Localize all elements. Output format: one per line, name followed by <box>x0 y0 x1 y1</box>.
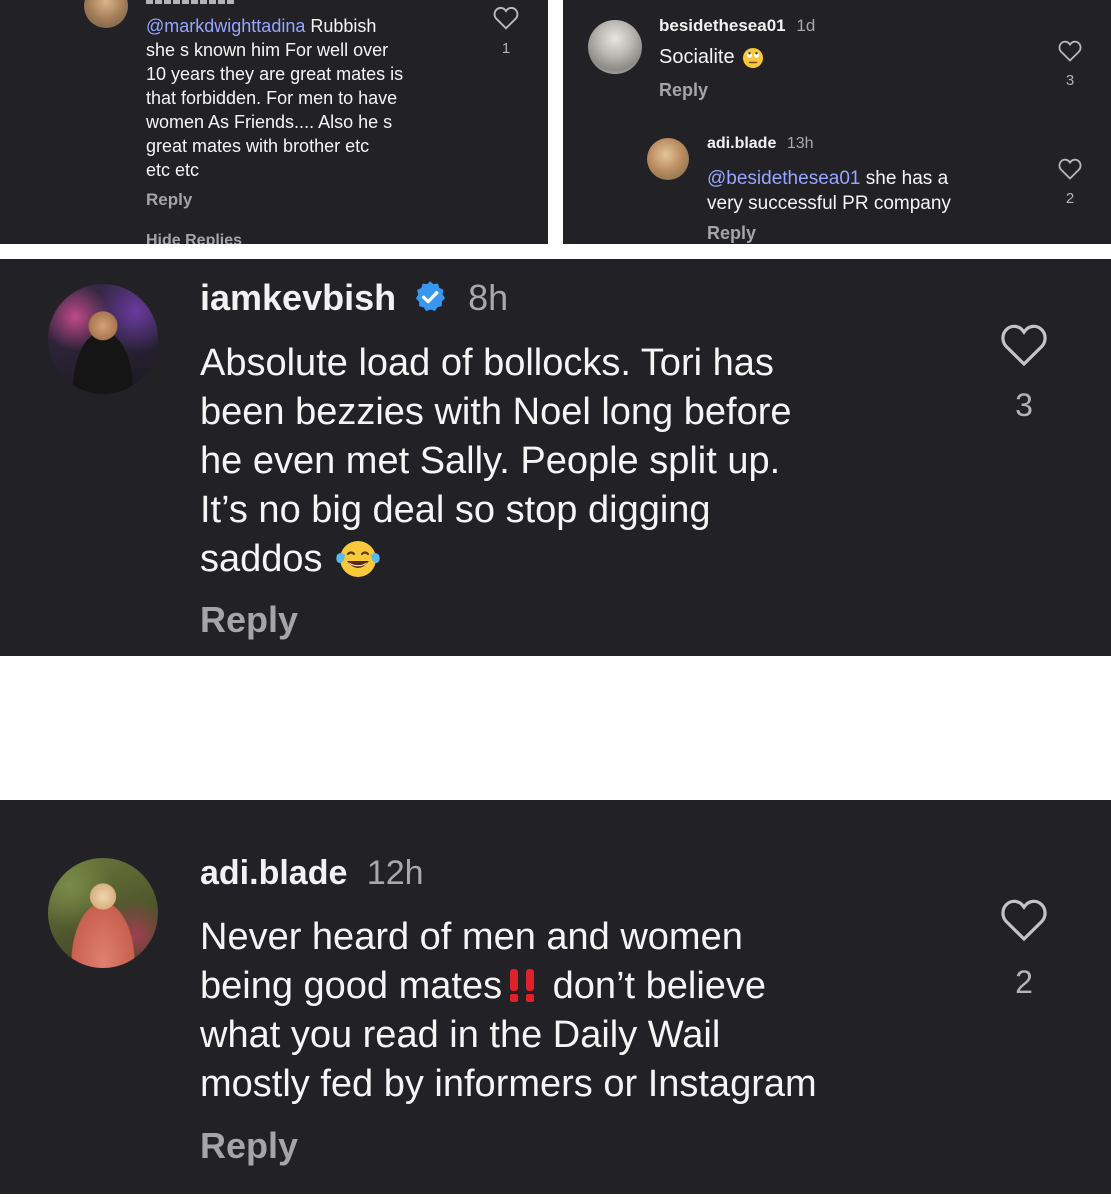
comment-text: Absolute load of bollocks. Tori has been… <box>200 342 792 580</box>
avatar[interactable] <box>48 284 158 394</box>
comment-text: @markdwighttadina Rubbish she s known hi… <box>146 16 404 180</box>
timestamp: 8h <box>468 277 509 318</box>
reply-button[interactable]: Reply <box>200 599 298 641</box>
timestamp: 12h <box>366 854 424 892</box>
comment-panel-top-left: @markdwighttadina Rubbish she s known hi… <box>0 0 548 244</box>
comment-panel-bottom: adi.blade 12h Never heard of men and wom… <box>0 800 1111 1194</box>
timestamp: 13h <box>786 135 814 152</box>
username[interactable]: iamkevbish <box>200 277 396 318</box>
heart-icon[interactable] <box>1000 323 1048 367</box>
reply-button[interactable]: Reply <box>200 1125 298 1167</box>
eye-roll-emoji <box>743 47 764 68</box>
reply-button[interactable]: Reply <box>659 80 708 101</box>
username-truncated <box>146 0 236 4</box>
like-count: 3 <box>1065 72 1075 89</box>
heart-icon[interactable] <box>1058 158 1082 180</box>
hide-replies-button[interactable]: Hide Replies <box>146 232 242 244</box>
like-count: 1 <box>501 40 511 57</box>
reply-button[interactable]: Reply <box>146 190 192 210</box>
like-count: 2 <box>1015 964 1033 1000</box>
like-count: 3 <box>1015 387 1033 423</box>
heart-icon[interactable] <box>1058 40 1082 62</box>
username[interactable]: adi.blade <box>200 854 347 892</box>
comment-panel-top-right: besidethesea01 1d Socialite Reply 3 adi.… <box>563 0 1111 244</box>
double-exclamation-emoji <box>510 968 535 1002</box>
reply-button[interactable]: Reply <box>707 223 756 244</box>
avatar[interactable] <box>588 20 642 74</box>
heart-icon[interactable] <box>1000 898 1048 942</box>
username[interactable]: besidethesea01 <box>659 16 786 35</box>
heart-icon[interactable] <box>493 6 519 30</box>
comment-panel-middle: iamkevbish 8h Absolute load of bollocks.… <box>0 259 1111 656</box>
comment-text: Socialite <box>659 46 764 69</box>
avatar[interactable] <box>48 858 158 968</box>
mention-link[interactable]: @besidethesea01 <box>707 168 860 189</box>
mention-link[interactable]: @markdwighttadina <box>146 16 305 36</box>
avatar[interactable] <box>647 138 689 180</box>
timestamp: 1d <box>796 16 816 35</box>
avatar[interactable] <box>84 0 128 28</box>
verified-badge-icon <box>416 281 446 312</box>
reply-text: @besidethesea01 she has a very successfu… <box>707 168 951 214</box>
like-count: 2 <box>1065 190 1075 207</box>
username[interactable]: adi.blade <box>707 135 776 152</box>
comment-text: Never heard of men and women being good … <box>200 916 817 1105</box>
laughing-tears-emoji <box>336 540 380 577</box>
